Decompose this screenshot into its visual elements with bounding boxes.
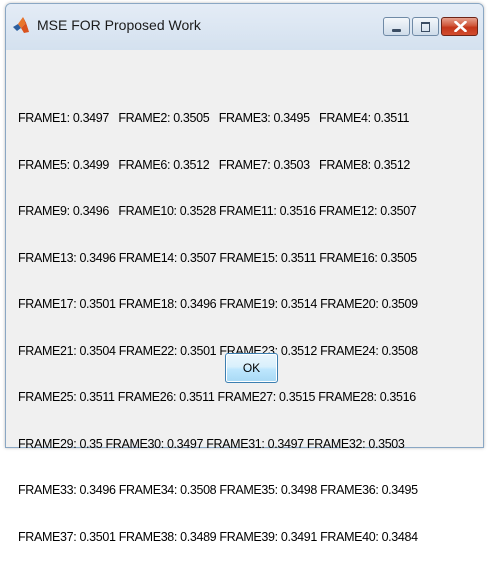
results-line: FRAME9: 0.3496 FRAME10: 0.3528 FRAME11: … — [18, 204, 417, 218]
maximize-icon — [421, 22, 430, 32]
results-line: FRAME25: 0.3511 FRAME26: 0.3511 FRAME27:… — [18, 390, 416, 404]
mse-results-text: FRAME1: 0.3497 FRAME2: 0.3505 FRAME3: 0.… — [18, 80, 478, 576]
close-button[interactable] — [441, 17, 478, 36]
results-line: FRAME37: 0.3501 FRAME38: 0.3489 FRAME39:… — [18, 529, 418, 544]
results-line: FRAME17: 0.3501 FRAME18: 0.3496 FRAME19:… — [18, 297, 418, 311]
ok-button[interactable]: OK — [225, 353, 278, 383]
minimize-button[interactable] — [383, 17, 410, 36]
window-title: MSE FOR Proposed Work — [37, 17, 201, 33]
maximize-button[interactable] — [412, 17, 439, 36]
results-line: FRAME13: 0.3496 FRAME14: 0.3507 FRAME15:… — [18, 250, 417, 265]
results-line: FRAME1: 0.3497 FRAME2: 0.3505 FRAME3: 0.… — [18, 111, 410, 125]
title-bar[interactable]: MSE FOR Proposed Work — [6, 4, 483, 50]
matlab-logo-icon — [12, 16, 30, 34]
close-icon — [454, 21, 467, 32]
minimize-icon — [392, 29, 401, 32]
results-line: FRAME33: 0.3496 FRAME34: 0.3508 FRAME35:… — [18, 483, 418, 497]
results-line: FRAME5: 0.3499 FRAME6: 0.3512 FRAME7: 0.… — [18, 157, 411, 172]
dialog-window: MSE FOR Proposed Work FRAME1: 0.3497 FRA… — [5, 3, 484, 544]
